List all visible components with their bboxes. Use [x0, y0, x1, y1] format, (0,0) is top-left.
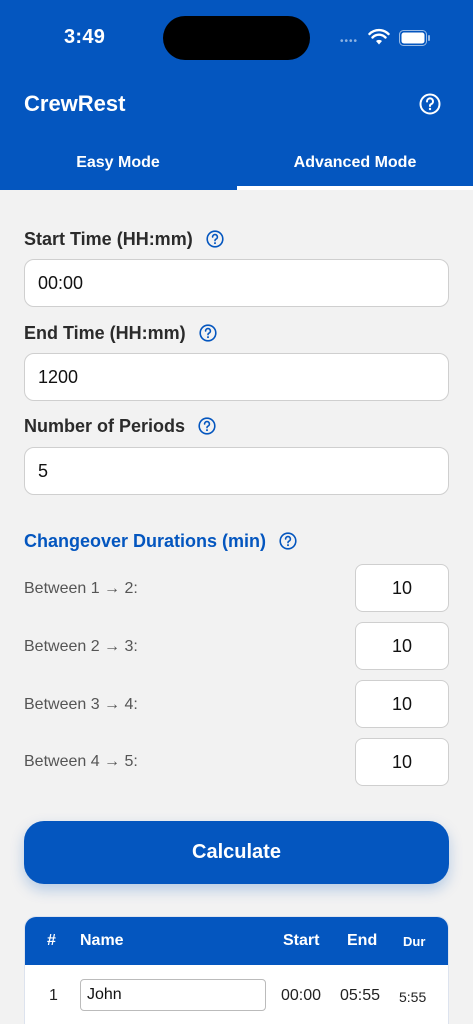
- app-title: CrewRest: [24, 91, 126, 116]
- header-end: End: [347, 932, 378, 949]
- tab-active-indicator: [237, 186, 473, 190]
- battery-icon: [399, 30, 430, 46]
- results-table: # Name Start End Dur 1 John 00:00 05:55 …: [24, 916, 449, 1024]
- periods-input[interactable]: 5: [24, 447, 449, 495]
- table-header: # Name Start End Dur: [25, 917, 448, 965]
- periods-label: Number of Periods: [24, 416, 216, 437]
- header-start: Start: [283, 932, 320, 949]
- help-icon[interactable]: [198, 417, 216, 435]
- end-time-label-text: End Time (HH:mm): [24, 323, 186, 343]
- status-time: 3:49: [64, 26, 106, 48]
- help-icon[interactable]: [419, 93, 441, 115]
- help-icon[interactable]: [279, 532, 297, 550]
- header-duration: Dur: [403, 934, 426, 949]
- start-time-label-text: Start Time (HH:mm): [24, 229, 193, 249]
- tab-easy-mode[interactable]: Easy Mode: [0, 140, 236, 190]
- app-header: 3:49 •••• CrewRest Easy Mode Advanced Mo…: [0, 0, 473, 190]
- tab-advanced-mode[interactable]: Advanced Mode: [237, 140, 473, 190]
- changeover-title-text: Changeover Durations (min): [24, 531, 267, 551]
- wifi-icon: [368, 28, 390, 45]
- changeover-input[interactable]: 10: [355, 680, 449, 728]
- start-time-label: Start Time (HH:mm): [24, 229, 224, 250]
- dynamic-island: [163, 16, 310, 60]
- status-bar: 3:49 ••••: [0, 0, 473, 72]
- row-end: 05:55: [340, 987, 381, 1004]
- end-time-label: End Time (HH:mm): [24, 323, 217, 344]
- changeover-label: Between 4 → 5:: [24, 753, 138, 770]
- changeover-label: Between 2 → 3:: [24, 638, 138, 655]
- help-icon[interactable]: [206, 230, 224, 248]
- changeover-input[interactable]: 10: [355, 622, 449, 670]
- changeover-label: Between 3 → 4:: [24, 696, 138, 713]
- signal-dots-icon: ••••: [340, 36, 359, 47]
- start-time-input[interactable]: 00:00: [24, 259, 449, 307]
- help-icon[interactable]: [199, 324, 217, 342]
- changeover-input[interactable]: 10: [355, 564, 449, 612]
- header-index: #: [47, 932, 56, 949]
- row-duration: 5:55: [399, 989, 427, 1005]
- end-time-input[interactable]: 1200: [24, 353, 449, 401]
- changeover-label: Between 1 → 2:: [24, 580, 138, 597]
- changeover-input[interactable]: 10: [355, 738, 449, 786]
- row-name-input[interactable]: John: [80, 979, 266, 1011]
- row-index: 1: [49, 987, 58, 1004]
- calculate-button[interactable]: Calculate: [24, 821, 449, 884]
- row-start: 00:00: [281, 987, 322, 1004]
- header-name: Name: [80, 932, 124, 949]
- changeover-section-title: Changeover Durations (min): [24, 531, 297, 552]
- periods-label-text: Number of Periods: [24, 416, 186, 436]
